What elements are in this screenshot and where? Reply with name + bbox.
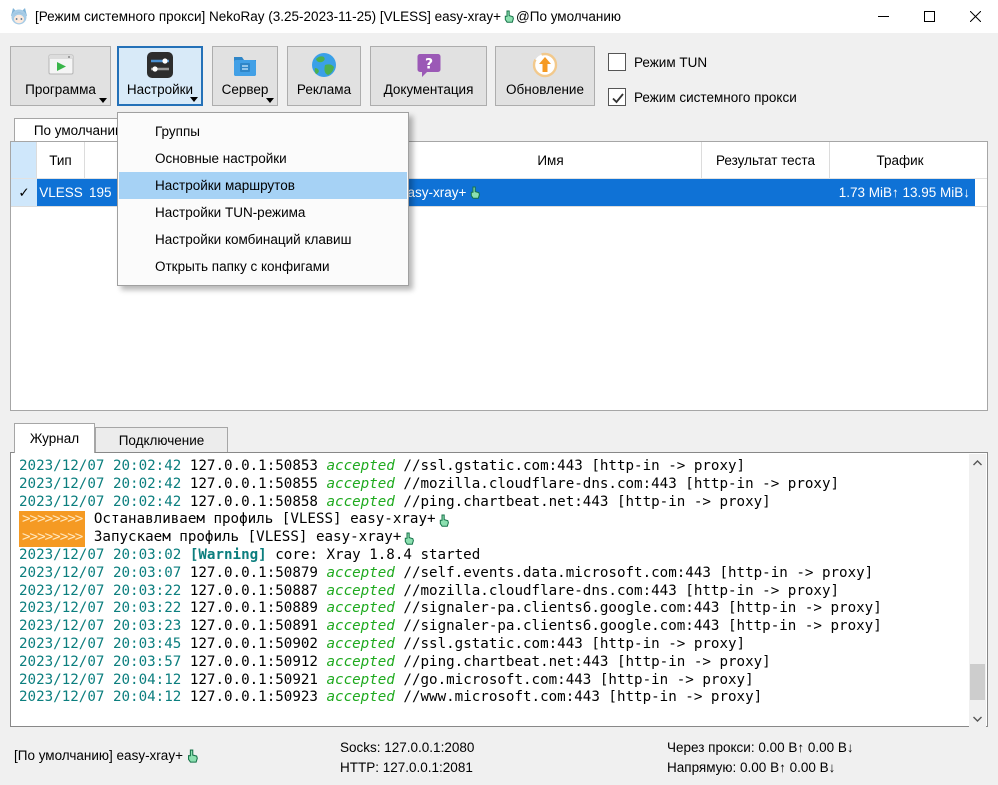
- hand-cursor-icon: [469, 186, 480, 199]
- col-test-result[interactable]: Результат теста: [702, 142, 830, 178]
- update-button[interactable]: Обновление: [495, 46, 595, 106]
- log-pane: 2023/12/07 20:02:42 127.0.0.1:50853 acce…: [10, 452, 988, 727]
- settings-button[interactable]: Настройки: [117, 46, 203, 106]
- chevron-up-icon: [973, 460, 982, 466]
- window-controls: [860, 0, 998, 33]
- chevron-down-icon: [266, 98, 274, 103]
- title-bar: [Режим системного прокси] NekoRay (3.25-…: [0, 0, 998, 33]
- chevron-down-icon: [973, 716, 982, 722]
- listen-addresses: Socks: 127.0.0.1:2080 HTTP: 127.0.0.1:20…: [340, 738, 474, 778]
- scrollbar-thumb[interactable]: [970, 664, 985, 700]
- menu-item-hotkey-settings[interactable]: Настройки комбинаций клавиш: [119, 226, 407, 253]
- log-line: 2023/12/07 20:02:42 127.0.0.1:50853 acce…: [19, 458, 965, 476]
- row-test-result: [702, 179, 830, 206]
- col-traffic[interactable]: Трафик: [830, 142, 975, 178]
- row-type: VLESS: [37, 179, 85, 206]
- tun-mode-checkbox[interactable]: [608, 53, 626, 71]
- row-name: easy-xray+: [397, 179, 702, 206]
- direct-traffic: Напрямую: 0.00 B↑ 0.00 B↓: [667, 758, 854, 778]
- update-label: Обновление: [506, 82, 584, 97]
- server-folder-icon: [230, 50, 260, 80]
- log-line: 2023/12/07 20:04:12 127.0.0.1:50923 acce…: [19, 689, 965, 707]
- window-title: [Режим системного прокси] NekoRay (3.25-…: [35, 9, 621, 24]
- system-proxy-label: Режим системного прокси: [634, 90, 797, 105]
- svg-text:?: ?: [424, 57, 432, 73]
- scroll-up-button[interactable]: [969, 454, 986, 471]
- settings-icon: [145, 50, 175, 80]
- menu-item-route-settings[interactable]: Настройки маршрутов: [119, 172, 407, 199]
- log-line: 2023/12/07 20:03:22 127.0.0.1:50887 acce…: [19, 583, 965, 601]
- log-line: 2023/12/07 20:04:12 127.0.0.1:50921 acce…: [19, 672, 965, 690]
- hand-cursor-icon: [403, 532, 414, 545]
- update-arrow-icon: [530, 50, 560, 80]
- log-line: 2023/12/07 20:03:57 127.0.0.1:50912 acce…: [19, 654, 965, 672]
- scroll-down-button[interactable]: [969, 710, 986, 727]
- docs-button[interactable]: ? Документация: [370, 46, 487, 106]
- traffic-stats: Через прокси: 0.00 B↑ 0.00 B↓ Напрямую: …: [667, 738, 854, 778]
- settings-label: Настройки: [127, 82, 193, 97]
- log-line: 2023/12/07 20:03:22 127.0.0.1:50889 acce…: [19, 600, 965, 618]
- app-icon: [9, 7, 29, 25]
- tab-connections[interactable]: Подключение: [95, 427, 228, 453]
- menu-item-basic-settings[interactable]: Основные настройки: [119, 145, 407, 172]
- log-output: 2023/12/07 20:02:42 127.0.0.1:50853 acce…: [19, 458, 965, 707]
- nekoray-window: [Режим системного прокси] NekoRay (3.25-…: [0, 0, 998, 785]
- minimize-button[interactable]: [860, 0, 906, 33]
- server-button[interactable]: Сервер: [212, 46, 278, 106]
- status-bar: [По умолчанию] easy-xray+ Socks: 127.0.0…: [0, 730, 998, 785]
- question-bubble-icon: ?: [414, 50, 444, 80]
- log-line: 2023/12/07 20:03:07 127.0.0.1:50879 acce…: [19, 565, 965, 583]
- log-line: 2023/12/07 20:03:02 [Warning] core: Xray…: [19, 547, 965, 565]
- col-enabled[interactable]: [11, 142, 37, 178]
- ads-button[interactable]: Реклама: [287, 46, 361, 106]
- check-icon: [610, 90, 626, 106]
- program-label: Программа: [25, 82, 96, 97]
- log-line: >>>>>>>> Останавливаем профиль [VLESS] e…: [19, 511, 965, 529]
- col-name[interactable]: Имя: [397, 142, 702, 178]
- log-line: >>>>>>>> Запускаем профиль [VLESS] easy-…: [19, 529, 965, 547]
- col-type[interactable]: Тип: [37, 142, 85, 178]
- row-enabled-mark: ✓: [11, 179, 37, 206]
- maximize-icon: [924, 11, 935, 22]
- hand-cursor-icon: [503, 10, 514, 23]
- close-icon: [970, 11, 981, 22]
- server-label: Сервер: [222, 82, 269, 97]
- http-address: HTTP: 127.0.0.1:2081: [340, 758, 474, 778]
- log-line: 2023/12/07 20:02:42 127.0.0.1:50858 acce…: [19, 494, 965, 512]
- maximize-button[interactable]: [906, 0, 952, 33]
- hand-cursor-icon: [438, 514, 449, 527]
- tun-mode-label: Режим TUN: [634, 55, 707, 70]
- system-proxy-checkbox[interactable]: [608, 88, 626, 106]
- log-line: 2023/12/07 20:02:42 127.0.0.1:50855 acce…: [19, 476, 965, 494]
- chevron-down-icon: [190, 97, 198, 102]
- program-button[interactable]: Программа: [10, 46, 111, 106]
- menu-item-open-config-folder[interactable]: Открыть папку с конфигами: [119, 253, 407, 280]
- program-icon: [46, 50, 76, 80]
- menu-item-groups[interactable]: Группы: [119, 118, 407, 145]
- settings-menu: Группы Основные настройки Настройки марш…: [117, 112, 409, 286]
- globe-icon: [309, 50, 339, 80]
- log-line: 2023/12/07 20:03:45 127.0.0.1:50902 acce…: [19, 636, 965, 654]
- close-button[interactable]: [952, 0, 998, 33]
- row-traffic: 1.73 MiB↑ 13.95 MiB↓: [830, 179, 975, 206]
- socks-address: Socks: 127.0.0.1:2080: [340, 738, 474, 758]
- menu-item-tun-settings[interactable]: Настройки TUN-режима: [119, 199, 407, 226]
- minimize-icon: [878, 11, 889, 22]
- hand-cursor-icon: [186, 749, 198, 763]
- tun-mode-row: Режим TUN: [608, 53, 707, 71]
- ads-label: Реклама: [297, 82, 351, 97]
- system-proxy-row: Режим системного прокси: [608, 88, 797, 106]
- proxy-traffic: Через прокси: 0.00 B↑ 0.00 B↓: [667, 738, 854, 758]
- chevron-down-icon: [99, 98, 107, 103]
- active-profile: [По умолчанию] easy-xray+: [14, 748, 198, 763]
- log-scrollbar[interactable]: [969, 454, 986, 727]
- log-line: 2023/12/07 20:03:23 127.0.0.1:50891 acce…: [19, 618, 965, 636]
- docs-label: Документация: [384, 82, 474, 97]
- tab-log[interactable]: Журнал: [14, 423, 95, 453]
